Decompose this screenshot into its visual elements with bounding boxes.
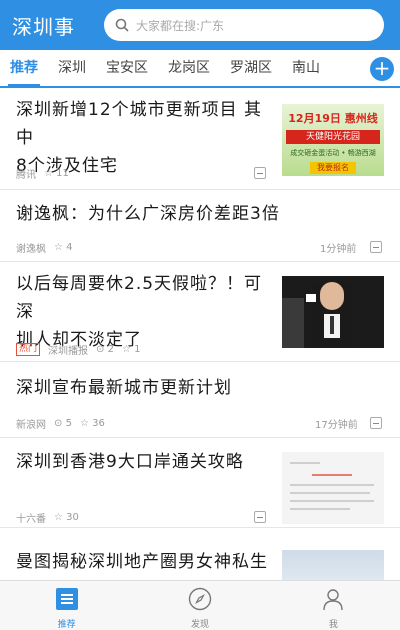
ad-subtitle: 成交砸金蛋活动 • 畅游西湖 xyxy=(290,149,376,157)
doc-line xyxy=(290,508,350,510)
channel-tabs: 推荐 深圳 宝安区 龙岗区 罗湖区 南山 + xyxy=(0,50,400,88)
comment-count: ⊙ 5 xyxy=(54,418,72,429)
news-title: 谢逸枫：为什么广深房价差距3倍 xyxy=(16,204,280,224)
ad-date-line: 12月19日 惠州线 xyxy=(288,112,378,125)
star-count: ☆ 1 xyxy=(121,344,141,355)
star-count: ☆ 30 xyxy=(54,512,79,523)
news-item[interactable]: 深圳到香港9大口岸通关攻略 十六番 ☆ 30 xyxy=(0,438,400,528)
news-item[interactable]: 深圳新增12个城市更新项目 其中 8个涉及住宅 腾讯 ☆ 11 12月19日 惠… xyxy=(0,90,400,190)
news-item[interactable]: 深圳宣布最新城市更新计划 新浪网 ⊙ 5 ☆ 36 17分钟前 xyxy=(0,362,400,438)
app-header: 深圳事 大家都在搜:广东 xyxy=(0,0,400,50)
news-meta: 十六番 ☆ 30 xyxy=(16,510,79,525)
add-channel-button[interactable]: + xyxy=(370,57,394,81)
star-count: ☆ 4 xyxy=(54,242,73,253)
doc-line xyxy=(290,484,374,486)
search-box[interactable]: 大家都在搜:广东 xyxy=(104,9,384,41)
doc-highlight-line xyxy=(312,474,352,476)
news-time: 1分钟前 xyxy=(320,244,357,255)
news-source: 十六番 xyxy=(16,514,46,525)
nav-label: 我 xyxy=(328,620,338,630)
dismiss-icon[interactable] xyxy=(254,167,266,179)
tab-fade xyxy=(340,50,366,86)
ad-project-name: 天健阳光花园 xyxy=(286,130,380,144)
ad-signup-button[interactable]: 我要报名 xyxy=(310,162,356,174)
news-thumbnail-city[interactable] xyxy=(282,550,384,580)
news-source: 谢逸枫 xyxy=(16,244,46,255)
news-title: 曼图揭秘深圳地产圈男女神私生 xyxy=(16,552,268,572)
photo-bg-figure xyxy=(282,298,304,348)
star-count-value: 36 xyxy=(92,418,105,429)
comment-count-value: 2 xyxy=(107,344,114,355)
news-item[interactable]: 谢逸枫：为什么广深房价差距3倍 谢逸枫 ☆ 4 1分钟前 xyxy=(0,190,400,262)
comment-count: ⊙ 2 xyxy=(96,344,114,355)
nav-recommended[interactable]: 推荐 xyxy=(0,581,133,630)
star-count-value: 11 xyxy=(56,168,69,179)
doc-line xyxy=(290,492,370,494)
app-title: 深圳事 xyxy=(12,14,75,39)
news-thumbnail-document[interactable] xyxy=(282,452,384,524)
search-placeholder: 大家都在搜:广东 xyxy=(136,18,225,33)
nav-me[interactable]: 我 xyxy=(267,581,400,630)
news-title-line: 深圳新增12个城市更新项目 其中 xyxy=(16,100,263,148)
star-count-value: 1 xyxy=(134,344,141,355)
star-count: ☆ 11 xyxy=(44,168,69,179)
nav-discover[interactable]: 发现 xyxy=(133,581,266,630)
news-item[interactable]: 以后每周要休2.5天假啦？！可深 圳人却不淡定了 热门 深圳播报 ⊙ 2 ☆ 1 xyxy=(0,262,400,362)
news-title-line: 以后每周要休2.5天假啦？！可深 xyxy=(16,274,263,322)
news-time: 17分钟前 xyxy=(315,420,358,431)
photo-card xyxy=(306,294,316,302)
news-item[interactable]: 曼图揭秘深圳地产圈男女神私生 xyxy=(0,528,400,580)
news-title: 深圳到香港9大口岸通关攻略 xyxy=(16,452,244,472)
news-meta: 谢逸枫 ☆ 4 xyxy=(16,240,73,255)
compass-icon xyxy=(188,587,212,611)
news-thumbnail-photo[interactable] xyxy=(282,276,384,348)
news-meta: 新浪网 ⊙ 5 ☆ 36 xyxy=(16,416,105,431)
tab-baoan[interactable]: 宝安区 xyxy=(96,50,158,86)
news-feed: 深圳新增12个城市更新项目 其中 8个涉及住宅 腾讯 ☆ 11 12月19日 惠… xyxy=(0,90,400,580)
ad-thumbnail[interactable]: 12月19日 惠州线 天健阳光花园 成交砸金蛋活动 • 畅游西湖 我要报名 xyxy=(282,104,384,176)
doc-line xyxy=(290,462,320,464)
bottom-navigation: 推荐 发现 我 xyxy=(0,580,400,630)
news-icon xyxy=(55,587,79,611)
star-count-value: 4 xyxy=(66,242,73,253)
photo-tie xyxy=(330,316,334,334)
news-source: 深圳播报 xyxy=(48,346,89,357)
tab-recommended[interactable]: 推荐 xyxy=(0,50,48,86)
news-source: 腾讯 xyxy=(16,170,36,181)
doc-line xyxy=(290,500,374,502)
tab-nanshan[interactable]: 南山 xyxy=(282,50,330,86)
search-icon xyxy=(114,17,130,33)
dismiss-icon[interactable] xyxy=(254,511,266,523)
tab-longgang[interactable]: 龙岗区 xyxy=(158,50,220,86)
hot-badge: 热门 xyxy=(16,343,41,356)
news-source: 新浪网 xyxy=(16,420,46,431)
user-icon xyxy=(321,587,345,611)
comment-count-value: 5 xyxy=(65,418,72,429)
dismiss-icon[interactable] xyxy=(370,241,382,253)
star-count: ☆ 36 xyxy=(79,418,105,429)
dismiss-icon[interactable] xyxy=(370,417,382,429)
news-meta: 热门 深圳播报 ⊙ 2 ☆ 1 xyxy=(16,342,140,357)
star-count-value: 30 xyxy=(66,512,79,523)
nav-label: 推荐 xyxy=(57,620,76,630)
tab-shenzhen[interactable]: 深圳 xyxy=(48,50,96,86)
nav-label: 发现 xyxy=(190,620,209,630)
photo-head xyxy=(320,282,344,310)
news-title: 深圳宣布最新城市更新计划 xyxy=(16,378,232,398)
news-meta: 腾讯 ☆ 11 xyxy=(16,166,69,181)
tab-luohu[interactable]: 罗湖区 xyxy=(220,50,282,86)
